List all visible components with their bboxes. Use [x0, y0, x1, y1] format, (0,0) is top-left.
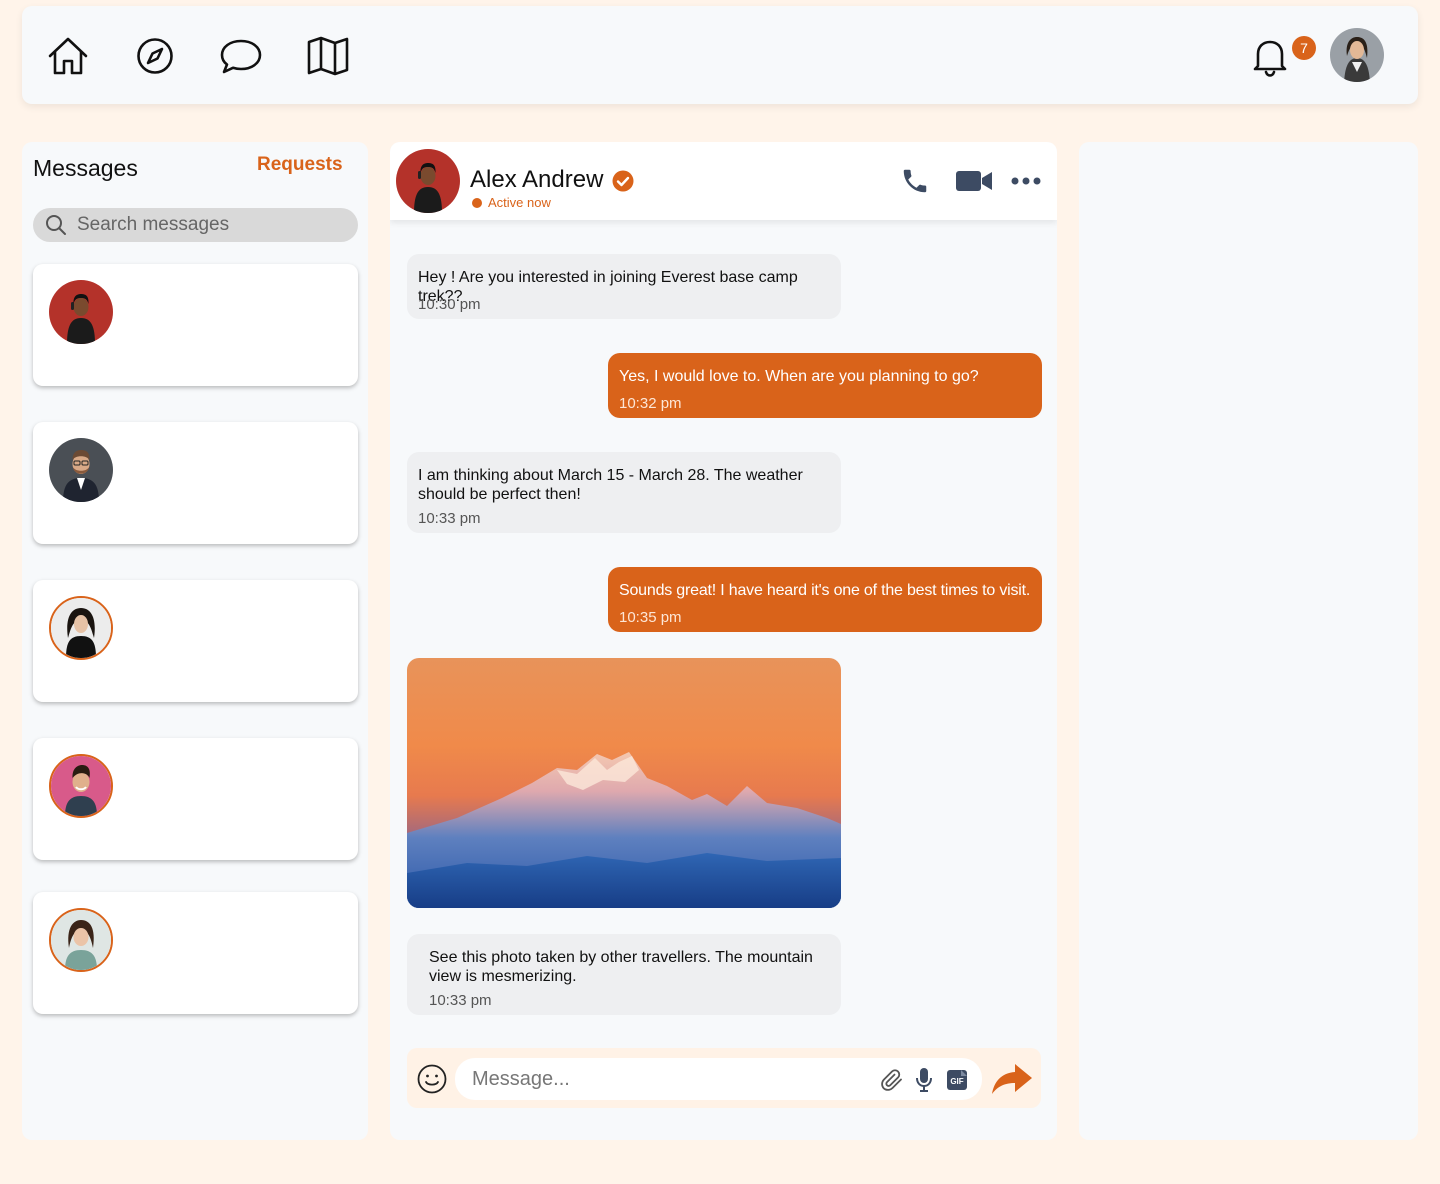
chat-header: Alex Andrew Active now: [390, 142, 1057, 220]
message-time: 10:30 pm: [418, 296, 481, 313]
chat-panel: Alex Andrew Active now Hey ! Are you int…: [390, 142, 1057, 1140]
messages-panel: Messages Requests: [22, 142, 368, 1140]
compass-icon[interactable]: [133, 34, 177, 78]
avatar: [49, 908, 113, 972]
message-outgoing: Sounds great! I have heard it's one of t…: [608, 567, 1042, 632]
notification-badge: 7: [1292, 36, 1316, 60]
conversation-card[interactable]: [33, 580, 358, 702]
message-incoming: I am thinking about March 15 - March 28.…: [407, 452, 841, 533]
home-icon[interactable]: [46, 34, 90, 78]
contact-avatar[interactable]: [396, 149, 460, 213]
status-text: Active now: [488, 195, 551, 210]
phone-call-icon[interactable]: [898, 164, 932, 198]
contact-name: Alex Andrew: [470, 166, 604, 193]
map-icon[interactable]: [306, 34, 350, 78]
message-composer: GIF: [407, 1048, 1041, 1108]
details-panel: [1079, 142, 1418, 1140]
message-input-wrapper: GIF: [455, 1058, 982, 1100]
shared-photo[interactable]: [407, 658, 841, 908]
status-dot: [472, 197, 482, 208]
message-text: Sounds great! I have heard it's one of t…: [619, 582, 1031, 599]
emoji-icon[interactable]: [417, 1064, 447, 1094]
svg-text:GIF: GIF: [950, 1077, 963, 1086]
message-input[interactable]: [472, 1067, 862, 1091]
message-text: I am thinking about March 15 - March 28.…: [418, 467, 803, 503]
send-icon[interactable]: [991, 1062, 1033, 1096]
top-nav-bar: 7: [22, 6, 1418, 104]
avatar: [49, 596, 113, 660]
search-input[interactable]: [77, 214, 337, 236]
more-options-icon[interactable]: [1010, 164, 1042, 198]
avatar: [49, 438, 113, 502]
message-time: 10:35 pm: [619, 609, 682, 626]
bell-icon[interactable]: [1250, 34, 1290, 78]
messages-title: Messages: [33, 155, 138, 181]
search-bar: [33, 208, 358, 242]
avatar: [49, 280, 113, 344]
chat-bubble-icon[interactable]: [219, 34, 263, 78]
avatar: [49, 754, 113, 818]
requests-link[interactable]: Requests: [257, 154, 343, 176]
message-text: Hey ! Are you interested in joining Ever…: [418, 269, 798, 305]
conversation-card[interactable]: [33, 422, 358, 544]
message-text: See this photo taken by other travellers…: [429, 949, 813, 985]
search-icon: [46, 215, 66, 235]
video-call-icon[interactable]: [954, 164, 994, 198]
user-avatar[interactable]: [1330, 28, 1384, 82]
conversation-card[interactable]: [33, 892, 358, 1014]
message-incoming: Hey ! Are you interested in joining Ever…: [407, 254, 841, 319]
message-text: Yes, I would love to. When are you plann…: [619, 368, 979, 385]
paperclip-icon[interactable]: [879, 1068, 905, 1092]
message-time: 10:33 pm: [429, 992, 492, 1009]
message-time: 10:33 pm: [418, 510, 481, 527]
message-incoming: See this photo taken by other travellers…: [407, 934, 841, 1015]
message-outgoing: Yes, I would love to. When are you plann…: [608, 353, 1042, 418]
conversation-card[interactable]: [33, 264, 358, 386]
microphone-icon[interactable]: [913, 1068, 935, 1092]
conversation-card[interactable]: [33, 738, 358, 860]
verified-badge-icon: [612, 170, 634, 192]
status-indicator: Active now: [472, 195, 551, 210]
gif-icon[interactable]: GIF: [945, 1068, 969, 1092]
message-time: 10:32 pm: [619, 395, 682, 412]
